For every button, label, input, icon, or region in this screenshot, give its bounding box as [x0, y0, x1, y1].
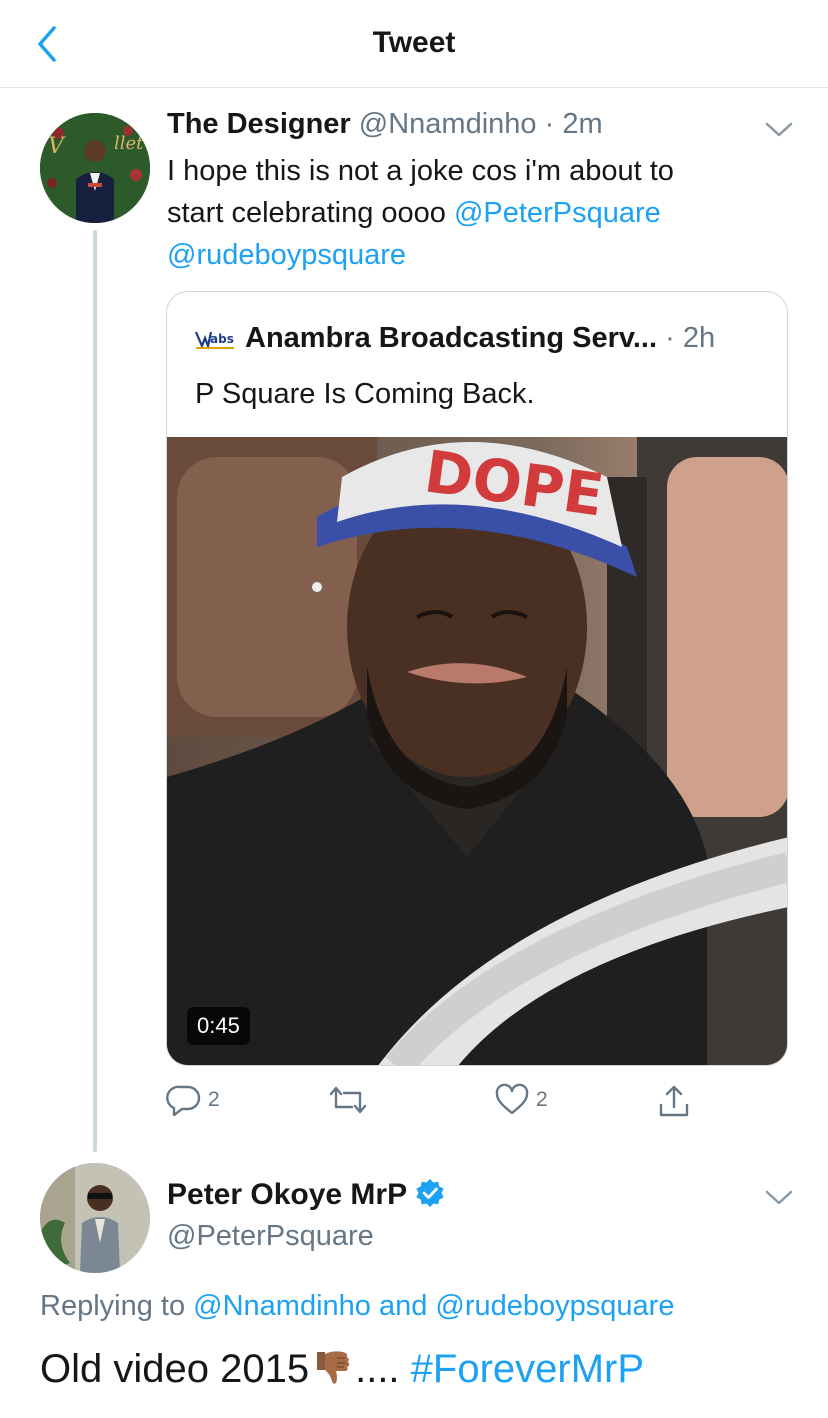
quoted-author-name[interactable]: Anambra Broadcasting Serv...: [245, 322, 657, 354]
avatar[interactable]: V llet: [40, 113, 150, 223]
replying-label: Replying to: [40, 1290, 194, 1322]
reply-icon: [166, 1085, 201, 1117]
mention-link[interactable]: @PeterPsquare: [454, 197, 661, 229]
mention-link[interactable]: @Nnamdinho: [193, 1290, 371, 1322]
page-title: Tweet: [372, 26, 456, 59]
tweet-header: The Designer @Nnamdinho · 2m: [167, 108, 603, 141]
logo-text: abs: [210, 332, 234, 346]
quoted-tweet-time: · 2h: [665, 322, 716, 354]
svg-text:llet: llet: [114, 133, 144, 154]
reply-count: 2: [208, 1088, 220, 1111]
tweet-text-line: I hope this is not a joke cos i'm about …: [167, 155, 674, 187]
chevron-down-icon[interactable]: [764, 1188, 794, 1208]
share-button[interactable]: [656, 1083, 692, 1119]
thread-connector-line: [93, 230, 97, 1152]
reply-text-segment: ....: [355, 1347, 411, 1391]
tweet-text-segment: start celebrating oooo: [167, 197, 454, 229]
svg-text:V: V: [48, 134, 66, 159]
author-name: Peter Okoye MrP: [167, 1178, 445, 1216]
verified-badge-icon: [415, 1178, 445, 1216]
author-name-text[interactable]: Peter Okoye MrP: [167, 1178, 407, 1211]
chevron-down-icon[interactable]: [764, 120, 794, 140]
mention-link[interactable]: @rudeboypsquare: [435, 1290, 674, 1322]
author-handle[interactable]: @PeterPsquare: [167, 1220, 374, 1253]
quoted-tweet-header: Anambra Broadcasting Serv... · 2h: [245, 322, 715, 355]
hashtag-link[interactable]: #ForeverMrP: [411, 1347, 644, 1391]
replying-and: and: [370, 1290, 436, 1322]
replying-to-line: Replying to @Nnamdinho and @rudeboypsqua…: [40, 1290, 674, 1323]
author-handle[interactable]: @Nnamdinho: [359, 108, 537, 140]
reply-button[interactable]: 2: [166, 1083, 220, 1117]
abs-logo-icon: abs: [194, 328, 235, 352]
like-button[interactable]: 2: [494, 1083, 548, 1117]
top-bar: Tweet: [0, 0, 828, 88]
tweet-text-line: @rudeboypsquare: [167, 234, 767, 276]
avatar[interactable]: [40, 1163, 150, 1273]
tweet-time: · 2m: [544, 108, 603, 140]
reply-text: Old video 2015.... #ForeverMrP: [40, 1346, 644, 1398]
share-icon: [659, 1085, 689, 1117]
quoted-tweet-text: P Square Is Coming Back.: [195, 378, 535, 410]
quoted-tweet-card[interactable]: abs Anambra Broadcasting Serv... · 2h P …: [166, 291, 788, 1066]
tweet-text: I hope this is not a joke cos i'm about …: [167, 150, 767, 276]
video-duration-badge: 0:45: [187, 1007, 250, 1045]
reply-text-segment: Old video 2015: [40, 1347, 310, 1391]
tweet-action-bar: 2 2: [0, 1083, 828, 1123]
like-count: 2: [536, 1088, 548, 1111]
video-player[interactable]: DOPE 0:45: [167, 437, 787, 1065]
thumbs-down-emoji-icon: [311, 1346, 353, 1398]
author-name[interactable]: The Designer: [167, 108, 351, 140]
retweet-icon: [329, 1086, 367, 1114]
mention-link[interactable]: @rudeboypsquare: [167, 239, 406, 271]
heart-icon: [495, 1083, 529, 1115]
tweet-text-line: start celebrating oooo @PeterPsquare: [167, 192, 767, 234]
retweet-button[interactable]: [328, 1083, 368, 1117]
